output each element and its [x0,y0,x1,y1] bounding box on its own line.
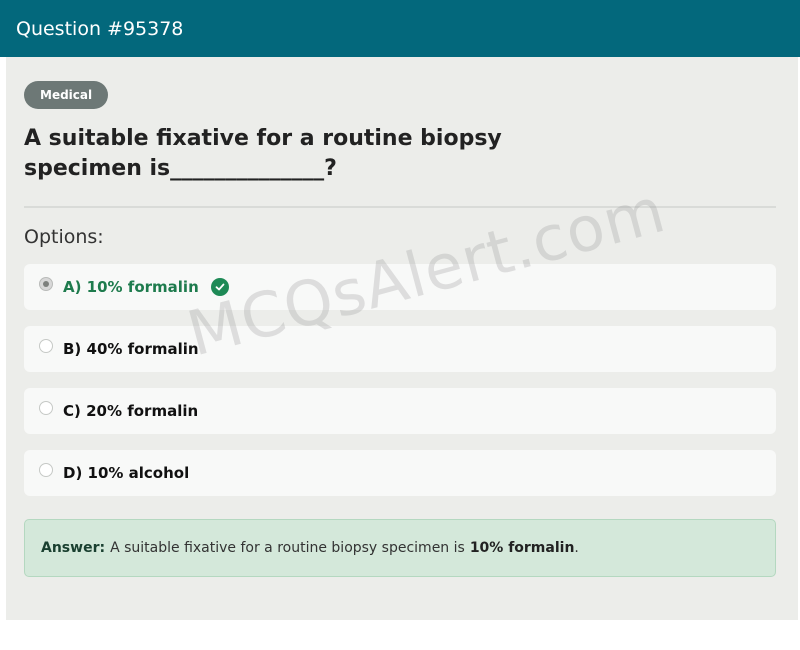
answer-highlight: 10% formalin [469,540,575,556]
answer-text: A suitable fixative for a routine biopsy… [110,540,465,556]
option-b[interactable]: B) 40% formalin [24,326,776,372]
option-d[interactable]: D) 10% alcohol [24,450,776,496]
option-label: A) 10% formalin [63,278,199,296]
radio-selected-icon[interactable] [39,277,53,291]
option-label: C) 20% formalin [63,402,199,420]
option-label: B) 40% formalin [63,340,199,358]
question-number-title: Question #95378 [16,17,184,40]
radio-icon[interactable] [39,401,53,415]
check-circle-icon [210,278,229,296]
radio-icon[interactable] [39,463,53,477]
category-badge[interactable]: Medical [24,81,109,109]
answer-label: Answer: [41,540,106,556]
answer-suffix: . [574,540,579,556]
options-label: Options: [24,226,104,248]
answer-box: Answer: A suitable fixative for a routin… [24,519,776,577]
option-c[interactable]: C) 20% formalin [24,388,776,434]
option-label: D) 10% alcohol [63,464,190,482]
divider [24,206,776,208]
option-a[interactable]: A) 10% formalin [24,264,776,310]
question-header: Question #95378 [0,0,800,57]
radio-icon[interactable] [39,339,53,353]
question-text: A suitable fixative for a routine biopsy… [24,126,502,181]
